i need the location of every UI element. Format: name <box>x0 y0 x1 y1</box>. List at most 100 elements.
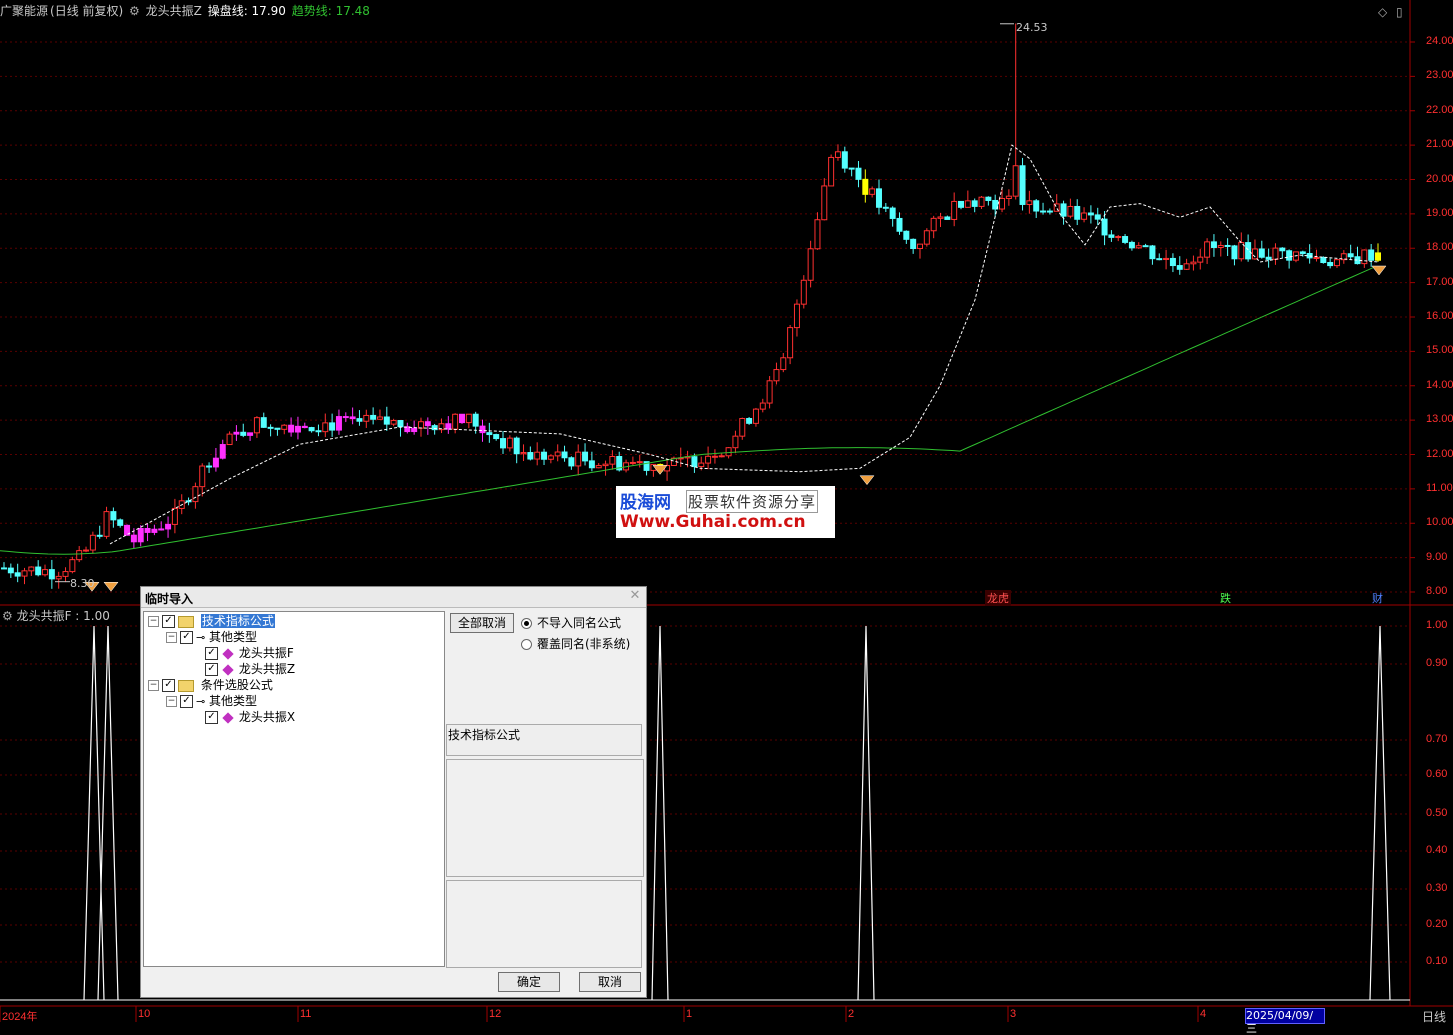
dialog-titlebar[interactable]: 临时导入 ✕ <box>141 587 646 608</box>
import-dialog[interactable]: 临时导入 ✕ − ✓ 技术指标公式 − ✓ ⊸ 其他类型 ✓ 龙头共振F ✓ 龙头共振… <box>140 586 647 998</box>
candle-body <box>1313 257 1320 260</box>
candle-body <box>1299 251 1306 254</box>
collapse-icon[interactable]: − <box>166 696 177 707</box>
tree-label[interactable]: 龙头共振Z <box>239 662 295 676</box>
candle-body <box>69 559 76 573</box>
candle-body <box>35 566 42 576</box>
tree-label[interactable]: 条件选股公式 <box>201 678 273 692</box>
info-title-panel: 技术指标公式 <box>446 724 642 756</box>
price-low-label: 8.30 <box>70 577 95 590</box>
candle-body <box>260 417 267 428</box>
period-mode: (日线 前复权) <box>50 4 124 18</box>
radio-label: 不导入同名公式 <box>537 616 622 630</box>
radio-icon[interactable] <box>521 639 532 650</box>
candle-body <box>1320 257 1327 264</box>
sub-gear-icon[interactable]: ⚙ <box>2 609 13 623</box>
candle-body <box>137 527 144 543</box>
candle-body <box>1279 247 1286 252</box>
candle-body <box>848 167 855 170</box>
candle-body <box>541 451 548 460</box>
watermark-slogan: 股票软件资源分享 <box>686 490 819 513</box>
candle-body <box>698 462 705 468</box>
candle-body <box>875 188 882 208</box>
indicator-name[interactable]: 龙头共振Z <box>146 4 202 18</box>
date-tick-label: 2 <box>848 1008 855 1020</box>
tree-label[interactable]: 龙头共振F <box>239 646 294 660</box>
candle-body <box>315 430 322 433</box>
tree-node-other1[interactable]: − ✓ ⊸ 其他类型 <box>166 629 257 645</box>
period-button[interactable]: 日线 <box>1422 1008 1446 1025</box>
candle-body <box>834 151 841 158</box>
candle-body <box>1149 245 1156 260</box>
radio-no-import[interactable]: 不导入同名公式 <box>521 614 621 631</box>
candle-body <box>588 460 595 469</box>
event-marker-dragon[interactable]: 龙虎 <box>985 590 1011 606</box>
candle-body <box>718 455 725 458</box>
date-tick-label: 1 <box>686 1008 693 1020</box>
candle-body <box>527 452 534 460</box>
radio-overwrite[interactable]: 覆盖同名(非系统) <box>521 635 630 652</box>
checkbox-icon[interactable]: ✓ <box>205 647 218 660</box>
tree-node-z[interactable]: ✓ 龙头共振Z <box>202 661 295 677</box>
ok-button[interactable]: 确定 <box>498 972 560 992</box>
candle-body <box>329 422 336 431</box>
checkbox-icon[interactable]: ✓ <box>162 679 175 692</box>
candle-body <box>274 427 281 430</box>
tree-node-other2[interactable]: − ✓ ⊸ 其他类型 <box>166 693 257 709</box>
tree-node-x[interactable]: ✓ 龙头共振X <box>202 709 295 725</box>
tree-node-tech[interactable]: − ✓ 技术指标公式 <box>148 613 275 629</box>
tree-label[interactable]: 龙头共振X <box>239 710 295 724</box>
collapse-icon[interactable]: − <box>148 616 159 627</box>
event-marker-drop[interactable]: 跌 <box>1218 590 1233 606</box>
tree-label[interactable]: 其他类型 <box>209 630 257 644</box>
sub-tick-label: 0.70 <box>1426 733 1448 745</box>
tree-label[interactable]: 其他类型 <box>209 694 257 708</box>
sub-indicator-value[interactable]: 龙头共振F : 1.00 <box>17 609 110 623</box>
radio-icon[interactable] <box>521 618 532 629</box>
candle-body <box>226 433 233 446</box>
checkbox-icon[interactable]: ✓ <box>180 631 193 644</box>
collapse-icon[interactable]: − <box>166 632 177 643</box>
sub-tick-label: 0.30 <box>1426 882 1448 894</box>
date-tick-label: 12 <box>489 1008 502 1020</box>
candle-body <box>985 196 992 201</box>
candle-body <box>342 416 349 419</box>
candle-body <box>288 424 295 433</box>
candle-body <box>479 425 486 434</box>
formula-tree[interactable]: − ✓ 技术指标公式 − ✓ ⊸ 其他类型 ✓ 龙头共振F ✓ 龙头共振Z − ✓ 条件… <box>143 611 445 967</box>
candle-body <box>253 417 260 434</box>
close-icon[interactable]: ✕ <box>628 589 642 603</box>
candle-body <box>281 424 288 430</box>
checkbox-icon[interactable]: ✓ <box>162 615 175 628</box>
line1-value: 操盘线: 17.90 <box>207 4 286 18</box>
date-tick-label: 3 <box>1010 1008 1017 1020</box>
candle-body <box>1012 165 1019 197</box>
event-marker-finance[interactable]: 财 <box>1370 590 1385 606</box>
cancel-button[interactable]: 取消 <box>579 972 641 992</box>
restore-icon[interactable]: ▯ <box>1396 5 1403 19</box>
candle-body <box>705 455 712 464</box>
candle-body <box>247 432 254 436</box>
deselect-all-button[interactable]: 全部取消 <box>450 613 514 633</box>
checkbox-icon[interactable]: ✓ <box>180 695 193 708</box>
checkbox-icon[interactable]: ✓ <box>205 663 218 676</box>
candle-body <box>76 550 83 561</box>
price-tick-label: 12.00 <box>1426 447 1453 460</box>
candle-body <box>1033 200 1040 212</box>
candle-body <box>103 511 110 537</box>
date-tick-label: 10 <box>138 1008 151 1020</box>
candle-body <box>28 566 35 572</box>
candle-body <box>1272 247 1279 260</box>
candle-body <box>814 219 821 250</box>
diamond-icon[interactable]: ◇ <box>1378 5 1387 19</box>
indicator-gear-icon[interactable]: ⚙ <box>129 4 140 18</box>
formula-icon <box>222 663 234 676</box>
tree-node-f[interactable]: ✓ 龙头共振F <box>202 645 294 661</box>
checkbox-icon[interactable]: ✓ <box>205 711 218 724</box>
candle-body <box>882 206 889 209</box>
candle-body <box>602 463 609 467</box>
collapse-icon[interactable]: − <box>148 680 159 691</box>
tree-node-select[interactable]: − ✓ 条件选股公式 <box>148 677 273 693</box>
candle-body <box>199 465 206 488</box>
tree-label[interactable]: 技术指标公式 <box>200 614 275 628</box>
